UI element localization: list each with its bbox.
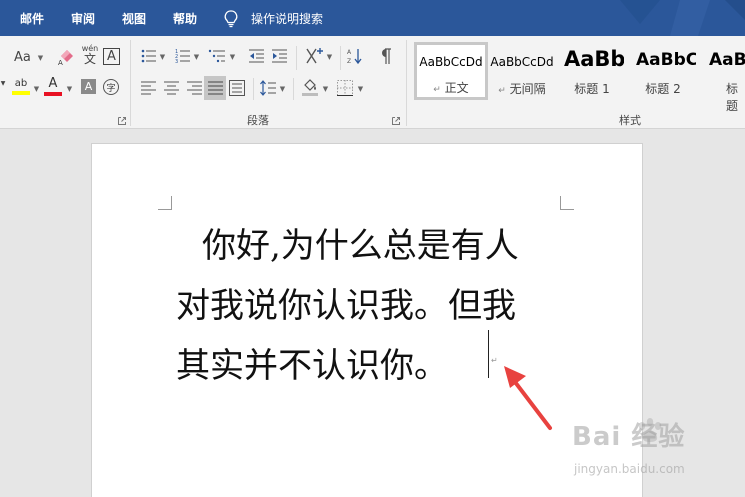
font-color-button[interactable]: A bbox=[44, 76, 62, 96]
chevron-down-icon[interactable]: ▼ bbox=[159, 54, 166, 61]
phonetic-guide-char: 文 bbox=[83, 52, 96, 66]
line-spacing-icon[interactable] bbox=[260, 80, 276, 96]
numbering-icon[interactable]: 1 2 3 bbox=[175, 48, 191, 64]
chevron-down-icon[interactable]: ▼ bbox=[37, 55, 44, 62]
text-cursor bbox=[488, 330, 489, 378]
distributed-icon[interactable] bbox=[229, 80, 245, 96]
title-bar-pattern bbox=[620, 0, 745, 36]
shading-icon[interactable] bbox=[301, 79, 319, 97]
dialog-launcher-icon[interactable] bbox=[392, 117, 400, 125]
style-name: ↵ 无间隔 bbox=[498, 82, 546, 96]
change-case-button[interactable]: Aa bbox=[14, 48, 31, 66]
tab-help[interactable]: 帮助 bbox=[173, 0, 197, 36]
tab-mailings[interactable]: 邮件 bbox=[20, 0, 44, 36]
style-preview: AaB bbox=[709, 50, 745, 70]
chevron-down-icon[interactable]: ▼ bbox=[66, 86, 73, 93]
divider bbox=[253, 78, 254, 100]
text-line: 对我说你认识我。但我 bbox=[176, 286, 516, 326]
watermark-url: jingyan.baidu.com bbox=[574, 462, 685, 476]
align-left-icon[interactable] bbox=[141, 81, 156, 95]
tab-review[interactable]: 审阅 bbox=[71, 0, 95, 36]
tell-me-search[interactable]: 操作说明搜索 bbox=[251, 0, 323, 36]
annotation-arrow bbox=[504, 366, 552, 430]
baidu-watermark: Bai 经验 jingyan.baidu.com bbox=[570, 412, 740, 492]
chevron-down-icon[interactable]: ▼ bbox=[322, 86, 329, 93]
chevron-down-icon[interactable]: ▼ bbox=[279, 86, 286, 93]
highlight-color-bar bbox=[12, 91, 30, 95]
svg-text:A: A bbox=[347, 49, 352, 56]
svg-text:3: 3 bbox=[175, 59, 178, 64]
center-icon[interactable] bbox=[164, 81, 179, 95]
style-heading-2[interactable]: AaBbC 标题 2 bbox=[630, 42, 696, 100]
style-name: ↵ 正文 bbox=[433, 81, 469, 95]
watermark-logo: Bai 经验 bbox=[572, 422, 686, 452]
style-name: 标题 bbox=[726, 82, 739, 113]
enclose-characters-button[interactable]: 字 bbox=[103, 79, 119, 95]
style-preview: AaBb bbox=[564, 47, 624, 71]
justify-icon bbox=[207, 81, 223, 95]
phonetic-guide-button[interactable]: wén 文 bbox=[81, 44, 99, 66]
document-page[interactable]: 你好,为什么总是有人 对我说你认识我。但我 其实并不认识你。 ↵ bbox=[91, 143, 643, 497]
menu-bar: 邮件 审阅 视图 帮助 操作说明搜索 bbox=[0, 0, 745, 36]
character-shading-button[interactable]: A bbox=[81, 79, 96, 94]
svg-text:A: A bbox=[58, 59, 63, 66]
crop-mark-top-left bbox=[158, 196, 172, 210]
style-preview: AaBbCcDd bbox=[419, 55, 483, 69]
style-name: 标题 2 bbox=[645, 82, 681, 96]
highlight-icon-text: ab bbox=[14, 78, 28, 89]
chinese-layout-icon[interactable] bbox=[304, 47, 324, 65]
decrease-indent-icon[interactable] bbox=[248, 48, 265, 64]
svg-text:Z: Z bbox=[347, 58, 351, 65]
show-marks-icon[interactable] bbox=[378, 48, 392, 65]
ribbon: Aa ▼ A wén 文 A ▼ ab ▼ A ▼ A 字 ▼ 1 2 3 ▼ … bbox=[0, 36, 745, 129]
paragraph-mark: ↵ bbox=[491, 356, 498, 365]
multilevel-list-icon[interactable] bbox=[208, 48, 226, 64]
crop-mark-top-right bbox=[560, 196, 574, 210]
divider bbox=[293, 78, 294, 100]
style-title[interactable]: AaB 标题 bbox=[702, 42, 745, 113]
dialog-launcher-icon[interactable] bbox=[118, 117, 126, 125]
group-separator bbox=[406, 40, 407, 126]
text-line: 你好,为什么总是有人 bbox=[202, 226, 519, 266]
increase-indent-icon[interactable] bbox=[271, 48, 288, 64]
justify-button[interactable] bbox=[204, 76, 226, 100]
text-highlight-button[interactable]: ab bbox=[12, 78, 30, 96]
chevron-down-icon[interactable]: ▼ bbox=[0, 80, 6, 87]
bullets-icon[interactable] bbox=[141, 48, 157, 64]
character-border-button[interactable]: A bbox=[103, 48, 120, 65]
chevron-down-icon[interactable]: ▼ bbox=[326, 54, 333, 61]
chevron-down-icon[interactable]: ▼ bbox=[357, 86, 364, 93]
style-preview: AaBbCcDd bbox=[490, 55, 554, 69]
chevron-down-icon[interactable]: ▼ bbox=[33, 86, 40, 93]
styles-group-label: 样式 bbox=[619, 114, 641, 127]
divider bbox=[296, 46, 297, 70]
group-separator bbox=[130, 40, 131, 126]
eraser-icon[interactable]: A bbox=[57, 48, 77, 66]
sort-icon[interactable]: A Z bbox=[347, 47, 363, 65]
style-normal[interactable]: AaBbCcDd ↵ 正文 bbox=[414, 42, 488, 100]
font-color-letter: A bbox=[48, 76, 58, 91]
paragraph-group-label: 段落 bbox=[247, 114, 269, 127]
style-preview: AaBbC bbox=[636, 50, 696, 70]
tab-view[interactable]: 视图 bbox=[122, 0, 146, 36]
style-no-spacing[interactable]: AaBbCcDd ↵ 无间隔 bbox=[488, 42, 556, 100]
align-right-icon[interactable] bbox=[187, 81, 202, 95]
chevron-down-icon[interactable]: ▼ bbox=[229, 54, 236, 61]
borders-icon[interactable] bbox=[337, 80, 353, 96]
style-name: 标题 1 bbox=[574, 82, 610, 96]
chevron-down-icon[interactable]: ▼ bbox=[193, 54, 200, 61]
lightbulb-icon[interactable] bbox=[224, 10, 238, 28]
divider bbox=[340, 46, 341, 70]
font-color-bar bbox=[44, 92, 62, 96]
style-heading-1[interactable]: AaBb 标题 1 bbox=[560, 42, 624, 100]
